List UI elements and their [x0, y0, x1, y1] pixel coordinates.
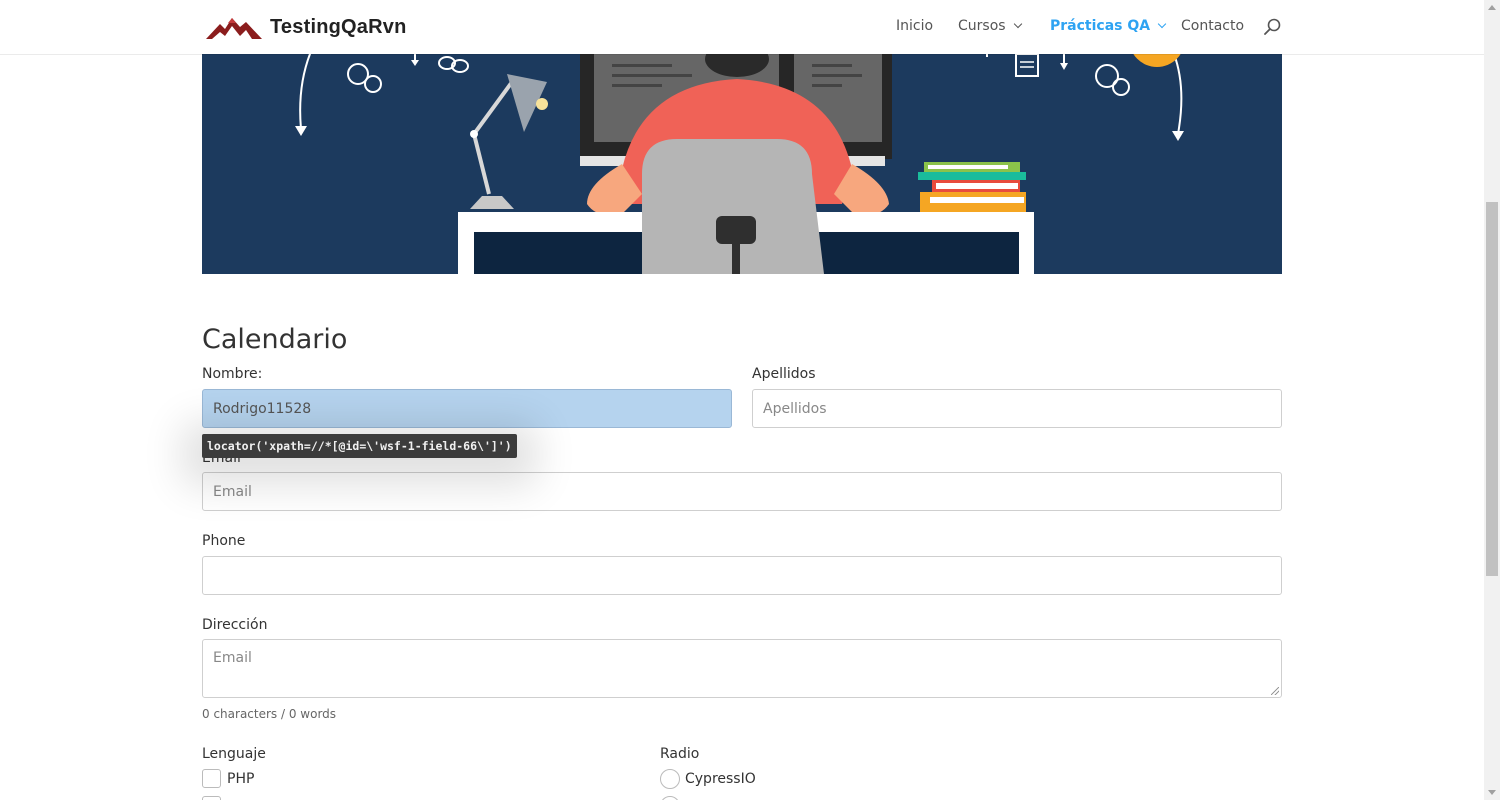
apellidos-input[interactable]: Apellidos — [752, 389, 1282, 428]
chevron-down-icon — [1013, 19, 1022, 29]
page-scrollbar[interactable] — [1484, 0, 1500, 800]
radio-cypressio-label[interactable]: CypressIO — [685, 771, 756, 787]
page-title: Calendario — [202, 324, 348, 355]
nav-contacto[interactable]: Contacto — [1181, 18, 1244, 34]
chevron-down-icon — [1157, 19, 1167, 29]
checkbox-php[interactable] — [202, 769, 221, 788]
nav-practicas-qa-label: Prácticas QA — [1050, 18, 1151, 34]
hero-illustration — [202, 54, 1282, 274]
checkbox-next[interactable] — [202, 796, 221, 800]
site-logo[interactable]: TestingQaRvn — [206, 12, 407, 42]
direccion-placeholder: Email — [213, 650, 252, 666]
nav-cursos-label: Cursos — [958, 18, 1006, 34]
site-header: TestingQaRvn Inicio Cursos Prácticas QA … — [0, 0, 1484, 54]
phone-label: Phone — [202, 533, 246, 549]
apellidos-placeholder: Apellidos — [763, 400, 827, 417]
nav-cursos[interactable]: Cursos — [958, 18, 1022, 34]
phone-input[interactable] — [202, 556, 1282, 595]
checkbox-php-label[interactable]: PHP — [227, 771, 254, 787]
mountain-logo-icon — [206, 18, 262, 39]
apellidos-label: Apellidos — [752, 366, 816, 382]
direccion-label: Dirección — [202, 617, 268, 633]
nombre-value: Rodrigo11528 — [213, 400, 312, 417]
locator-tooltip: locator('xpath=//*[@id=\'wsf-1-field-66\… — [202, 434, 517, 458]
lenguaje-label: Lenguaje — [202, 746, 266, 762]
email-placeholder: Email — [213, 483, 252, 500]
scroll-down-icon[interactable] — [1488, 790, 1496, 795]
email-input[interactable]: Email — [202, 472, 1282, 511]
nav-practicas-qa[interactable]: Prácticas QA — [1050, 18, 1167, 34]
direccion-textarea[interactable]: Email — [202, 639, 1282, 698]
nombre-input[interactable]: Rodrigo11528 — [202, 389, 732, 428]
character-counter: 0 characters / 0 words — [202, 707, 337, 721]
nombre-label: Nombre: — [202, 366, 263, 382]
scroll-thumb[interactable] — [1486, 202, 1498, 576]
logo-text: TestingQaRvn — [270, 15, 407, 38]
nav-inicio-label: Inicio — [896, 18, 934, 34]
scroll-up-icon[interactable] — [1488, 5, 1496, 10]
nav-inicio[interactable]: Inicio — [896, 18, 933, 34]
search-icon[interactable] — [1263, 18, 1281, 36]
radio-cypressio[interactable] — [660, 769, 680, 789]
radio-label: Radio — [660, 746, 700, 762]
developer-at-desk-illustration — [202, 54, 1282, 274]
nav-contacto-label: Contacto — [1181, 18, 1245, 34]
resize-grip-icon[interactable] — [1271, 687, 1279, 695]
radio-next[interactable] — [660, 796, 680, 800]
